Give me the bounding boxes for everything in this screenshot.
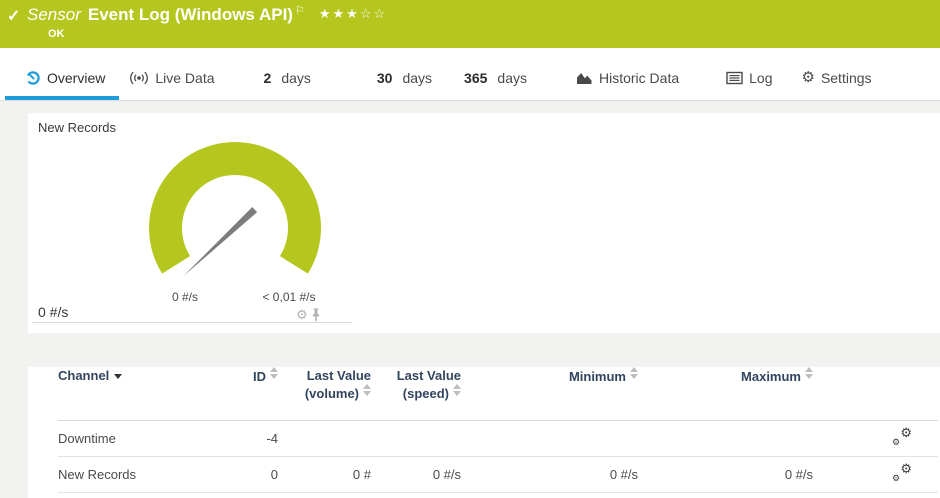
ok-check-icon: ✓ bbox=[7, 6, 20, 26]
gauge-max-label: < 0,01 #/s bbox=[239, 290, 339, 304]
channel-last-value-speed: 0 #/s bbox=[371, 457, 461, 493]
tab-label: Overview bbox=[47, 70, 105, 86]
channel-name[interactable]: New Records bbox=[58, 457, 218, 493]
gauge-toolbar: ⚙ bbox=[296, 307, 321, 323]
channel-maximum: 0 #/s bbox=[638, 457, 813, 493]
tab-365-days[interactable]: 365 days bbox=[464, 70, 527, 100]
channel-last-value-speed bbox=[371, 421, 461, 457]
column-header-actions bbox=[813, 367, 938, 421]
tab-settings[interactable]: ⚙ Settings bbox=[801, 70, 871, 100]
sensor-title: Event Log (Windows API) bbox=[88, 5, 293, 24]
tab-label: days bbox=[497, 70, 527, 86]
channel-id: -4 bbox=[218, 421, 278, 457]
tab-bar: Overview Live Data 2 days 30 days 365 da… bbox=[0, 48, 940, 101]
channel-id: 0 bbox=[218, 457, 278, 493]
channel-name[interactable]: Downtime bbox=[58, 421, 218, 457]
tab-label: days bbox=[402, 70, 432, 86]
sort-icon bbox=[630, 367, 638, 379]
channel-table-panel: Channel ID Last Value (volume) Last Valu… bbox=[28, 367, 940, 498]
gauge-icon bbox=[25, 70, 41, 86]
historic-data-icon bbox=[576, 71, 593, 85]
channel-minimum bbox=[461, 421, 638, 457]
column-header-id[interactable]: ID bbox=[218, 367, 278, 421]
gauge-min-label: 0 #/s bbox=[145, 290, 225, 304]
tab-label: Historic Data bbox=[599, 70, 679, 86]
gauge-settings-gear-icon[interactable]: ⚙ bbox=[296, 307, 308, 323]
live-data-icon bbox=[129, 71, 149, 85]
channel-settings-icon[interactable]: ⚙ ⚙ bbox=[892, 464, 912, 482]
column-header-channel[interactable]: Channel bbox=[58, 367, 218, 421]
sensor-type-label: Sensor bbox=[27, 5, 81, 24]
column-header-maximum[interactable]: Maximum bbox=[638, 367, 813, 421]
sort-icon bbox=[270, 367, 278, 379]
gauge-current-value: 0 #/s bbox=[38, 304, 68, 320]
tab-2-days[interactable]: 2 days bbox=[264, 70, 311, 100]
gauge-needle bbox=[183, 207, 257, 276]
tab-label: days bbox=[281, 70, 311, 86]
gauge-chart bbox=[145, 138, 325, 278]
gauge-widget-divider bbox=[32, 322, 352, 323]
gear-icon: ⚙ bbox=[801, 71, 814, 85]
channel-last-value-volume bbox=[278, 421, 371, 457]
channel-maximum bbox=[638, 421, 813, 457]
channel-minimum: 0 #/s bbox=[461, 457, 638, 493]
channel-settings-icon[interactable]: ⚙ ⚙ bbox=[892, 428, 912, 446]
tab-log[interactable]: Log bbox=[726, 70, 772, 100]
gauge-title: New Records bbox=[38, 120, 116, 135]
table-row[interactable]: Downtime -4 ⚙ ⚙ bbox=[58, 421, 938, 457]
sort-icon bbox=[453, 384, 461, 396]
sort-icon bbox=[363, 384, 371, 396]
priority-stars[interactable]: ★★★☆☆ bbox=[319, 6, 387, 21]
sort-desc-icon bbox=[114, 374, 122, 379]
table-header-row: Channel ID Last Value (volume) Last Valu… bbox=[58, 367, 938, 421]
table-row[interactable]: New Records 0 0 # 0 #/s 0 #/s 0 #/s ⚙ ⚙ bbox=[58, 457, 938, 493]
tab-label: Settings bbox=[821, 70, 872, 86]
sort-icon bbox=[805, 367, 813, 379]
column-header-minimum[interactable]: Minimum bbox=[461, 367, 638, 421]
status-badge: OK bbox=[48, 28, 65, 40]
tab-label: Log bbox=[749, 70, 772, 86]
tab-label: Live Data bbox=[155, 70, 214, 86]
flag-icon[interactable]: ⚐ bbox=[295, 5, 305, 17]
log-icon bbox=[726, 71, 743, 85]
tab-overview[interactable]: Overview bbox=[25, 70, 105, 100]
pin-icon[interactable] bbox=[311, 308, 321, 322]
gauge-panel: New Records 0 #/s < 0,01 #/s 0 #/s ⚙ bbox=[28, 113, 940, 333]
sensor-status-banner: ✓ Sensor Event Log (Windows API)⚐ ★★★☆☆ OK bbox=[0, 0, 940, 48]
column-header-last-value-volume[interactable]: Last Value (volume) bbox=[278, 367, 371, 421]
channel-last-value-volume: 0 # bbox=[278, 457, 371, 493]
column-header-last-value-speed[interactable]: Last Value (speed) bbox=[371, 367, 461, 421]
tab-live-data[interactable]: Live Data bbox=[129, 70, 214, 100]
tab-30-days[interactable]: 30 days bbox=[377, 70, 432, 100]
channel-table: Channel ID Last Value (volume) Last Valu… bbox=[58, 367, 938, 493]
tab-historic-data[interactable]: Historic Data bbox=[576, 70, 679, 100]
